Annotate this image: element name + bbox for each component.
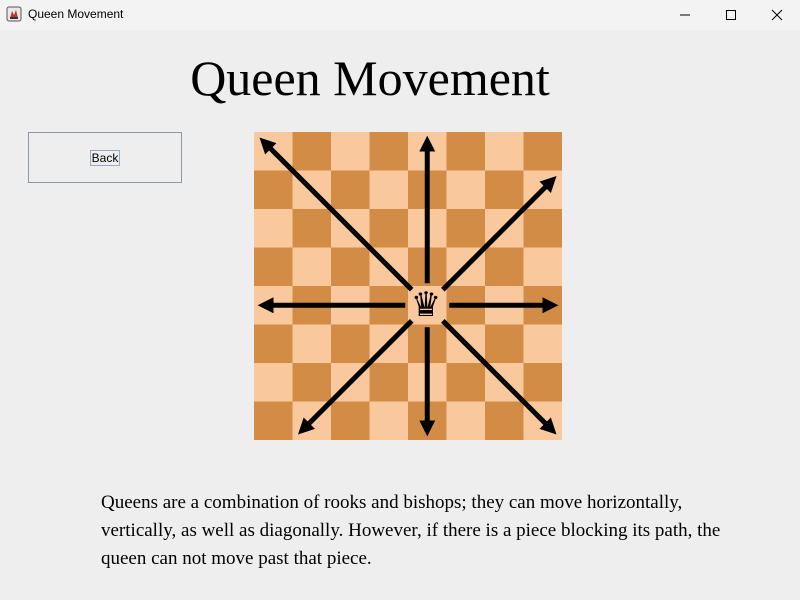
board-square — [446, 170, 486, 210]
board-square — [292, 324, 332, 364]
board-square — [331, 401, 370, 440]
board-square — [523, 209, 562, 248]
board-square — [254, 363, 293, 402]
board-square — [254, 247, 293, 287]
maximize-icon — [726, 10, 736, 20]
board-square — [446, 132, 486, 171]
back-button-label: Back — [89, 149, 121, 166]
queen-piece-icon: ♛ — [410, 285, 442, 325]
board-square — [254, 209, 293, 248]
board-square — [369, 401, 409, 440]
board-square — [446, 401, 486, 440]
board-square — [523, 324, 562, 364]
board-square — [523, 132, 562, 171]
board-square — [485, 170, 524, 210]
board-square — [485, 401, 524, 440]
board-square — [254, 324, 293, 364]
board-square — [254, 170, 293, 210]
board-square — [331, 324, 370, 364]
close-button[interactable] — [754, 0, 800, 30]
maximize-button[interactable] — [708, 0, 754, 30]
back-button[interactable]: Back — [28, 132, 182, 183]
board-square — [369, 363, 409, 402]
board-square — [369, 170, 409, 210]
board-square — [331, 170, 370, 210]
minimize-icon — [680, 14, 690, 16]
board-square — [446, 209, 486, 248]
page-title: Queen Movement — [190, 50, 550, 106]
board-square — [292, 209, 332, 248]
board-square — [446, 363, 486, 402]
board-square — [523, 247, 562, 287]
app-icon — [6, 6, 22, 22]
board-square — [331, 132, 370, 171]
board-square — [485, 324, 524, 364]
window-title: Queen Movement — [28, 7, 124, 21]
board-square — [523, 363, 562, 402]
title-bar: Queen Movement — [0, 0, 800, 30]
board-square — [292, 363, 332, 402]
board-square — [369, 132, 409, 171]
board-square — [254, 401, 293, 440]
board-square — [292, 132, 332, 171]
board-square — [331, 247, 370, 287]
board-square — [485, 132, 524, 171]
board-square — [369, 209, 409, 248]
close-icon — [771, 9, 783, 21]
board-square — [292, 247, 332, 287]
minimize-button[interactable] — [662, 0, 708, 30]
board-square — [485, 247, 524, 287]
description-text: Queens are a combination of rooks and bi… — [101, 492, 721, 569]
